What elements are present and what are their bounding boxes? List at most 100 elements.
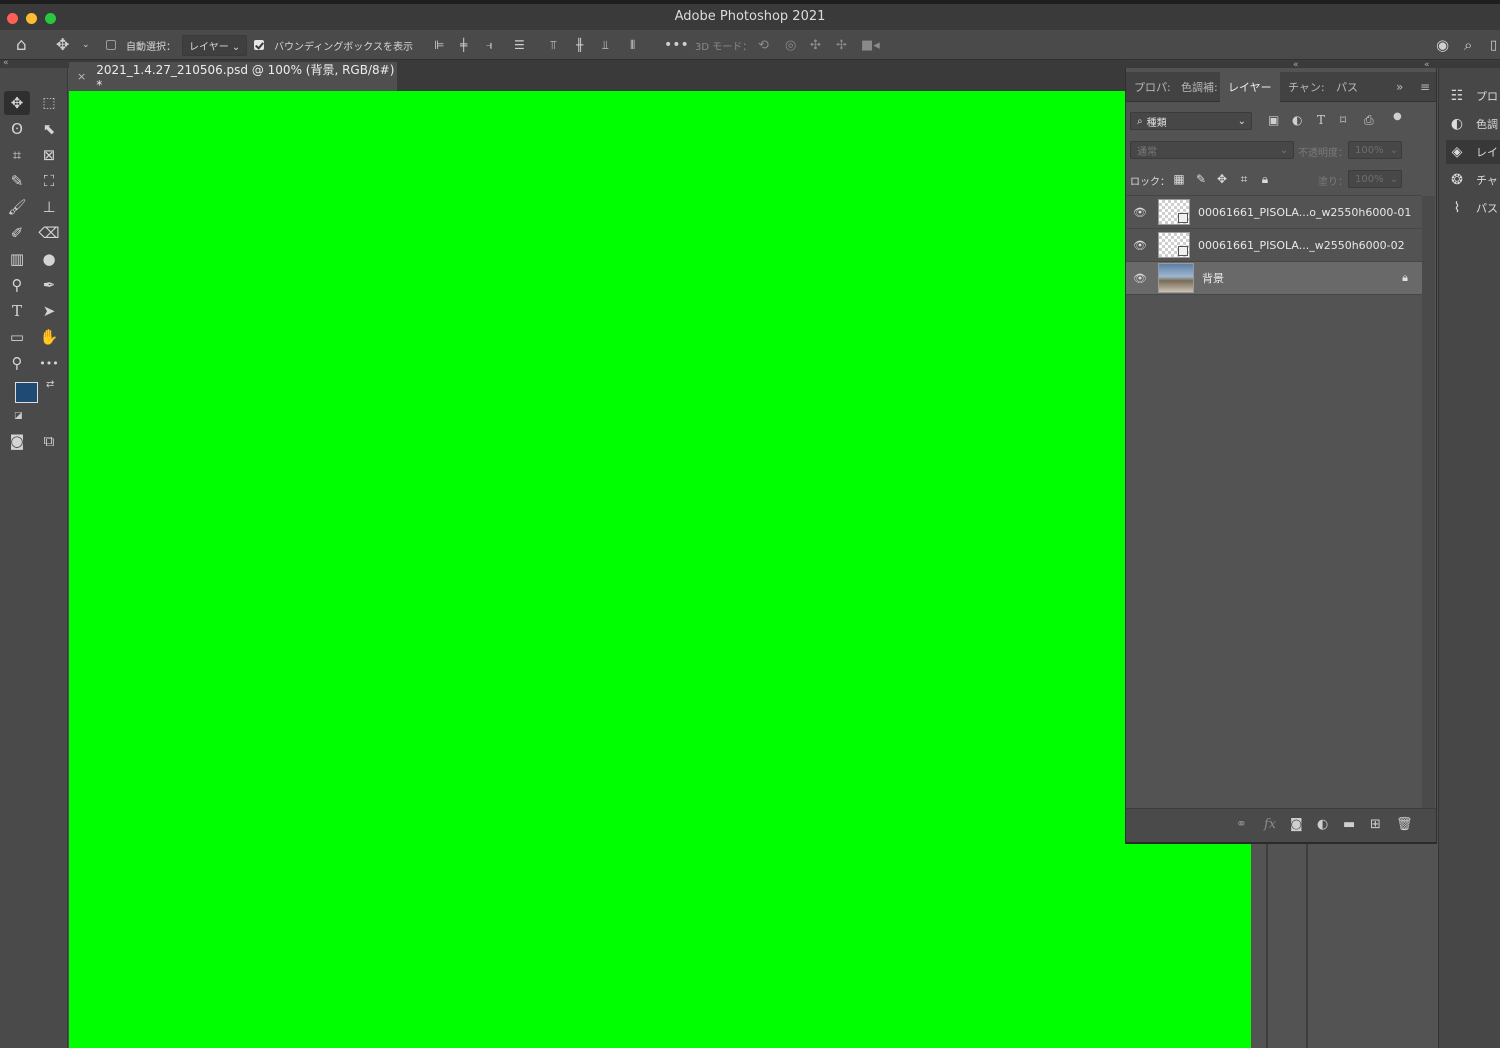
home-icon[interactable]: ⌂: [16, 30, 27, 60]
new-layer-icon[interactable]: ⊞: [1370, 817, 1381, 832]
layers-scrollbar[interactable]: [1422, 196, 1435, 808]
3d-slide-icon[interactable]: ✢: [836, 30, 847, 60]
lock-icon: 🔒︎: [1402, 271, 1408, 284]
eye-icon[interactable]: 👁︎: [1132, 206, 1148, 219]
hand-tool-icon[interactable]: ✋: [36, 325, 62, 349]
collapse-dock-icon[interactable]: «: [1424, 60, 1430, 70]
adjustment-layer-icon[interactable]: ◐: [1317, 817, 1328, 832]
3d-material-tool-icon[interactable]: ⛶: [36, 169, 62, 193]
lock-position-icon[interactable]: ✥: [1213, 168, 1231, 190]
layer-row[interactable]: 👁︎ 00061661_PISOLA...o_w2550h6000-01: [1126, 196, 1422, 229]
brush-tool-icon[interactable]: 🖌: [4, 195, 30, 219]
learn-icon[interactable]: ◉: [1436, 30, 1449, 60]
auto-select-target-dropdown[interactable]: レイヤー ⌄: [182, 30, 248, 60]
move-tool-icon[interactable]: ✥: [4, 91, 30, 115]
align-right-icon[interactable]: ⫣: [486, 30, 493, 60]
path-selection-tool-icon[interactable]: ➤: [36, 299, 62, 323]
filter-pixel-icon[interactable]: ▣: [1268, 114, 1279, 126]
distribute-vertical-icon[interactable]: ⦀: [630, 30, 635, 60]
workspace-icon[interactable]: ▯: [1490, 30, 1497, 60]
history-brush-tool-icon[interactable]: ✐: [4, 221, 30, 245]
align-horizontal-center-icon[interactable]: ╪: [460, 30, 467, 60]
link-layers-icon[interactable]: ⚭: [1236, 817, 1247, 832]
layers-icon: ◈: [1451, 144, 1463, 160]
lasso-tool-icon[interactable]: ʘ: [4, 117, 30, 141]
3d-orbit-icon[interactable]: ⟲: [758, 30, 769, 60]
more-options-icon[interactable]: •••: [664, 30, 689, 60]
layer-style-fx-icon[interactable]: fx: [1264, 817, 1276, 832]
delete-layer-trash-icon[interactable]: 🗑︎: [1396, 817, 1413, 832]
lock-image-pixels-icon[interactable]: ✎: [1192, 168, 1210, 190]
panel-menu-icon[interactable]: ≡: [1420, 72, 1430, 102]
3d-roll-icon[interactable]: ◎: [785, 30, 796, 60]
layer-name: 背景: [1202, 272, 1224, 285]
layer-filter-dropdown[interactable]: ⌕ 種類 ⌄: [1130, 112, 1252, 130]
gradient-tool-icon[interactable]: ▥: [4, 247, 30, 271]
dock-item-paths[interactable]: ⌇ パス: [1446, 196, 1500, 220]
tab-layers[interactable]: レイヤー: [1220, 72, 1280, 102]
auto-select-checkbox[interactable]: [106, 30, 116, 60]
layer-row[interactable]: 👁︎ 00061661_PISOLA..._w2550h6000-02: [1126, 229, 1422, 262]
3d-pan-icon[interactable]: ✣: [810, 30, 821, 60]
marquee-tool-icon[interactable]: ⬚: [36, 91, 62, 115]
tab-channels[interactable]: チャン:: [1288, 72, 1325, 102]
collapse-toolbar-icon[interactable]: «: [3, 58, 9, 68]
filter-toggle-icon[interactable]: ●: [1393, 112, 1402, 122]
distribute-icon[interactable]: ☰: [514, 30, 525, 60]
foreground-color-swatch[interactable]: [15, 382, 38, 403]
rectangle-tool-icon[interactable]: ▭: [4, 325, 30, 349]
align-bottom-icon[interactable]: ⫫: [602, 30, 609, 60]
document-canvas[interactable]: [69, 91, 1251, 1048]
filter-adjustment-icon[interactable]: ◐: [1292, 114, 1302, 126]
zoom-tool-icon[interactable]: ⚲: [4, 351, 30, 375]
eraser-tool-icon[interactable]: ⌫: [36, 221, 62, 245]
panel-expand-icon[interactable]: »: [1396, 72, 1403, 102]
type-tool-icon[interactable]: T: [4, 299, 30, 323]
tab-adjustments[interactable]: 色調補:: [1181, 72, 1218, 102]
lock-artboard-icon[interactable]: ⌗: [1235, 168, 1253, 190]
tool-preset-chevron-down-icon[interactable]: ⌄: [82, 30, 90, 60]
close-document-icon[interactable]: ×: [77, 70, 86, 83]
default-colors-icon[interactable]: ◪: [14, 411, 23, 421]
align-left-icon[interactable]: ⊫: [434, 30, 444, 60]
align-vertical-center-icon[interactable]: ╫: [576, 30, 583, 60]
screen-mode-icon[interactable]: ⧉: [36, 429, 62, 453]
filter-type-icon[interactable]: T: [1317, 114, 1325, 126]
lock-all-icon[interactable]: 🔒︎: [1256, 168, 1274, 190]
fill-input[interactable]: 100% ⌄: [1348, 170, 1402, 188]
dock-item-properties[interactable]: ☷ プロ: [1446, 84, 1500, 108]
document-tab[interactable]: × 2021_1.4.27_210506.psd @ 100% (背景, RGB…: [69, 62, 397, 92]
dock-item-adjustments[interactable]: ◐ 色調: [1446, 112, 1500, 136]
object-selection-tool-icon[interactable]: ⬉: [36, 117, 62, 141]
tab-properties[interactable]: プロパ:: [1134, 72, 1171, 102]
move-tool-icon[interactable]: ✥: [56, 30, 69, 60]
quick-mask-icon[interactable]: ◙: [4, 429, 30, 453]
lock-transparent-pixels-icon[interactable]: ▦: [1170, 168, 1188, 190]
dock-item-layers[interactable]: ◈ レイ: [1446, 140, 1500, 164]
align-top-icon[interactable]: ⫪: [550, 30, 557, 60]
blend-mode-dropdown[interactable]: 通常 ⌄: [1130, 141, 1294, 159]
edit-toolbar-icon[interactable]: •••: [36, 351, 62, 375]
add-mask-icon[interactable]: ◙: [1290, 817, 1303, 832]
filter-smart-object-icon[interactable]: ⎙: [1364, 114, 1374, 126]
swap-colors-icon[interactable]: ⇄: [46, 379, 54, 390]
dodge-tool-icon[interactable]: ⚲: [4, 273, 30, 297]
blur-tool-icon[interactable]: ●: [36, 247, 62, 271]
opacity-input[interactable]: 100% ⌄: [1348, 141, 1402, 159]
window-title: Adobe Photoshop 2021: [674, 9, 826, 24]
tab-paths[interactable]: パス: [1336, 72, 1358, 102]
clone-stamp-tool-icon[interactable]: ⊥: [36, 195, 62, 219]
frame-tool-icon[interactable]: ⊠: [36, 143, 62, 167]
new-group-folder-icon[interactable]: ▬: [1343, 817, 1355, 832]
eyedropper-tool-icon[interactable]: ✎: [4, 169, 30, 193]
crop-tool-icon[interactable]: ⌗: [4, 143, 30, 167]
3d-scale-icon[interactable]: ■◂: [861, 30, 880, 60]
bounding-box-checkbox[interactable]: [254, 30, 264, 60]
filter-shape-icon[interactable]: ⌑: [1340, 114, 1346, 126]
eye-icon[interactable]: 👁︎: [1132, 239, 1148, 252]
pen-tool-icon[interactable]: ✒: [36, 273, 62, 297]
eye-icon[interactable]: 👁︎: [1132, 272, 1148, 285]
search-icon[interactable]: ⌕: [1464, 30, 1472, 60]
layer-row-background[interactable]: 👁︎ 背景 🔒︎: [1126, 262, 1422, 295]
dock-item-channels[interactable]: ❂ チャ: [1446, 168, 1500, 192]
